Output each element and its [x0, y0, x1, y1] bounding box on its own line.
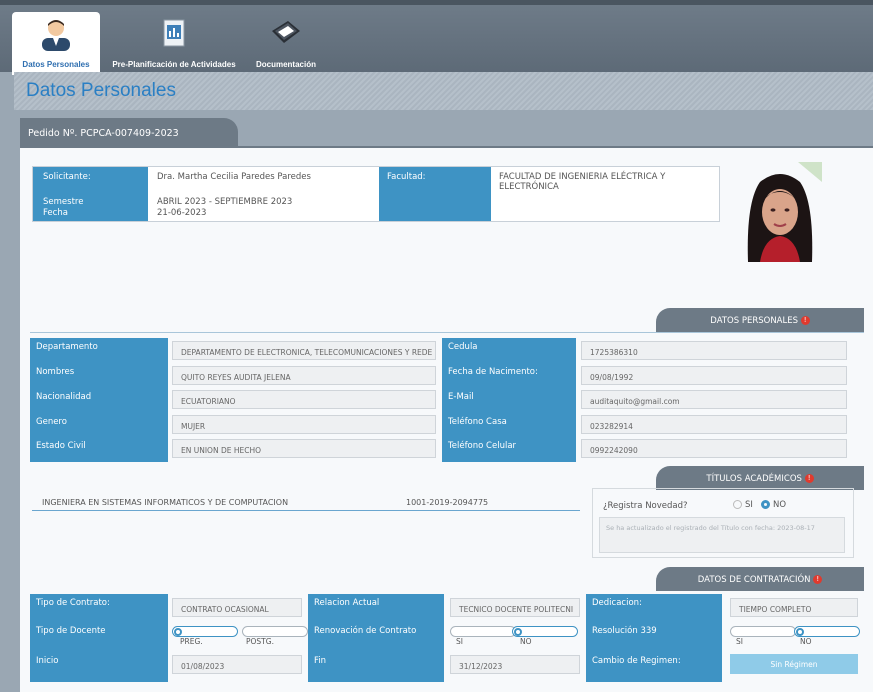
postg-label: POSTG. [246, 637, 274, 646]
tab-documentacion[interactable]: Documentación [246, 12, 326, 75]
documents-icon [268, 17, 304, 49]
tipo-docente-label: Tipo de Docente [36, 626, 106, 636]
renovacion-no-label: NO [520, 637, 532, 646]
radio-selected-icon [761, 500, 770, 509]
telefono-casa-label: Teléfono Casa [448, 417, 507, 427]
contrato-right-labels: Dedicacion: Resolución 339 Cambio de Reg… [586, 594, 722, 682]
facultad-label: Facultad: [387, 172, 426, 182]
solicitante-label: Solicitante: [43, 172, 91, 182]
nombres-label: Nombres [36, 367, 75, 377]
fecha-label: Fecha [43, 208, 68, 218]
preg-toggle[interactable] [172, 626, 238, 637]
resolucion-label: Resolución 339 [592, 626, 657, 636]
genero-label: Genero [36, 417, 67, 427]
personal-right-labels: Cedula Fecha de Nacimento: E-Mail Teléfo… [442, 338, 576, 462]
fin-field[interactable]: 31/12/2023 [450, 655, 580, 674]
solicitud-card: Solicitante: Semestre Fecha Dra. Martha … [32, 166, 720, 222]
renovacion-no-toggle[interactable] [512, 626, 578, 637]
semestre-label: Semestre [43, 197, 84, 207]
relacion-field[interactable]: TECNICO DOCENTE POLITECNI [450, 598, 580, 617]
tab-datos-personales[interactable]: Datos Personales [12, 12, 100, 75]
clipboard-chart-icon [162, 17, 186, 49]
dedicacion-label: Dedicacion: [592, 598, 642, 608]
telefono-celular-field[interactable]: 0992242090 [581, 439, 847, 458]
facultad-label-cell: Facultad: [379, 167, 491, 221]
fecha-value: 21-06-2023 [157, 208, 207, 218]
renovacion-label: Renovación de Contrato [314, 626, 417, 636]
main-panel: Solicitante: Semestre Fecha Dra. Martha … [20, 146, 873, 692]
page-title: Datos Personales [26, 80, 176, 101]
renovacion-si-toggle[interactable] [450, 626, 516, 637]
personal-left-labels: Departamento Nombres Nacionalidad Genero… [30, 338, 168, 462]
user-icon [39, 17, 73, 53]
novedad-si-option[interactable]: SI [733, 500, 753, 510]
tab-pre-planificacion[interactable]: Pre-Planificación de Actividades [110, 12, 238, 75]
contratacion-header: DATOS DE CONTRATACIÓN ! [656, 567, 864, 591]
estado-civil-field[interactable]: EN UNION DE HECHO [172, 439, 436, 458]
inicio-field[interactable]: 01/08/2023 [172, 655, 302, 674]
registro-value: 1001-2019-2094775 [406, 498, 489, 507]
solicitud-labels: Solicitante: Semestre Fecha [33, 167, 148, 221]
email-label: E-Mail [448, 392, 474, 402]
radio-icon [733, 500, 742, 509]
cedula-field[interactable]: 1725386310 [581, 341, 847, 360]
estado-civil-label: Estado Civil [36, 441, 86, 451]
datos-personales-header: DATOS PERSONALES ! [656, 308, 864, 332]
departamento-field[interactable]: DEPARTAMENTO DE ELECTRONICA, TELECOMUNIC… [172, 341, 436, 360]
title-bar: Datos Personales [14, 72, 873, 110]
tipo-contrato-field[interactable]: CONTRATO OCASIONAL [172, 598, 302, 617]
preg-label: PREG. [180, 637, 203, 646]
facultad-value: FACULTAD DE INGENIERIA ELÉCTRICA Y ELECT… [499, 172, 666, 192]
alert-icon: ! [813, 575, 823, 584]
inicio-label: Inicio [36, 656, 59, 666]
telefono-celular-label: Teléfono Celular [448, 441, 517, 451]
cedula-label: Cedula [448, 342, 478, 352]
contrato-left-labels: Tipo de Contrato: Tipo de Docente Inicio [30, 594, 168, 682]
nacionalidad-label: Nacionalidad [36, 392, 92, 402]
resolucion-no-label: NO [800, 637, 812, 646]
fin-label: Fin [314, 656, 327, 666]
renovacion-si-label: SI [456, 637, 463, 646]
resolucion-no-toggle[interactable] [794, 626, 860, 637]
resolucion-si-label: SI [736, 637, 743, 646]
genero-field[interactable]: MUJER [172, 415, 436, 434]
nacionalidad-field[interactable]: ECUATORIANO [172, 390, 436, 409]
semestre-value: ABRIL 2023 - SEPTIEMBRE 2023 [157, 197, 293, 207]
resolucion-si-toggle[interactable] [730, 626, 796, 637]
fecha-nacimiento-label: Fecha de Nacimento: [448, 367, 538, 377]
titulos-header: TÍTULOS ACADÉMICOS ! [656, 466, 864, 490]
divider [30, 332, 864, 333]
novedad-note[interactable]: Se ha actualizado el registrado del Títu… [599, 517, 845, 553]
novedad-label: ¿Registra Novedad? [603, 501, 688, 511]
novedad-box: ¿Registra Novedad? SI NO Se ha actualiza… [592, 488, 854, 558]
pedido-tab: Pedido Nº. PCPCA-007409-2023 [20, 118, 238, 146]
telefono-casa-field[interactable]: 023282914 [581, 415, 847, 434]
fecha-nacimiento-field[interactable]: 09/08/1992 [581, 366, 847, 385]
cambio-regimen-label: Cambio de Regimen: [592, 656, 681, 666]
email-field[interactable]: auditaquito@gmail.com [581, 390, 847, 409]
tipo-contrato-label: Tipo de Contrato: [36, 598, 110, 608]
alert-icon: ! [800, 316, 810, 325]
postg-toggle[interactable] [242, 626, 308, 637]
sin-regimen-button[interactable]: Sin Régimen [730, 654, 858, 674]
top-tab-bar: Datos Personales Pre-Planificación de Ac… [0, 0, 873, 75]
relacion-label: Relacion Actual [314, 598, 380, 608]
departamento-label: Departamento [36, 342, 98, 352]
nombres-field[interactable]: QUITO REYES AUDITA JELENA [172, 366, 436, 385]
alert-icon: ! [804, 474, 814, 483]
contrato-mid-labels: Relacion Actual Renovación de Contrato F… [308, 594, 444, 682]
dedicacion-field[interactable]: TIEMPO COMPLETO [730, 598, 858, 617]
novedad-no-option[interactable]: NO [761, 500, 786, 510]
titulo-value: INGENIERA EN SISTEMAS INFORMATICOS Y DE … [42, 498, 289, 507]
solicitante-value: Dra. Martha Cecilia Paredes Paredes [157, 172, 311, 182]
titulo-underline [32, 510, 580, 511]
profile-photo [738, 162, 822, 262]
